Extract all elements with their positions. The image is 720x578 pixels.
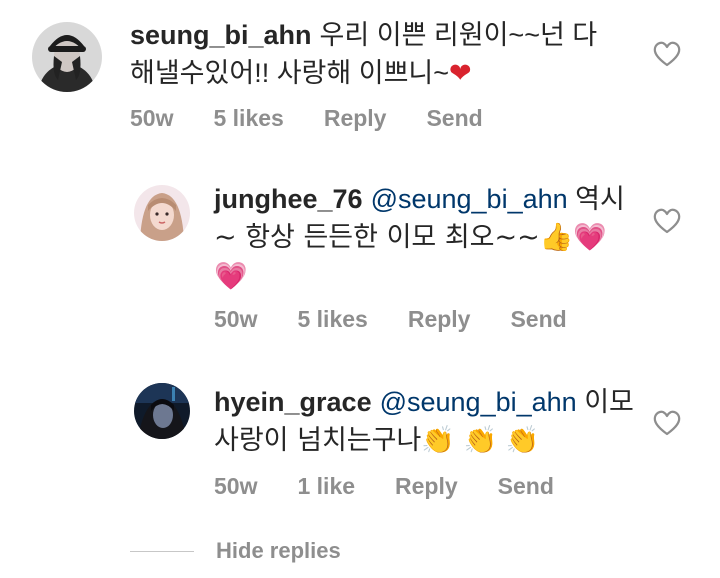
- avatar-photo-icon: [134, 185, 190, 241]
- avatar[interactable]: [134, 383, 190, 439]
- hide-replies-button[interactable]: Hide replies: [130, 538, 341, 564]
- comment-text: 해낼수있어!! 사랑해 이쁘니~: [130, 58, 450, 88]
- comment-age: 50w: [214, 306, 258, 332]
- send-button[interactable]: Send: [510, 305, 566, 333]
- comment-username[interactable]: hyein_grace: [214, 387, 372, 417]
- like-count[interactable]: 5 likes: [297, 305, 367, 333]
- pink-heart-emoji-icon: 💗: [214, 261, 248, 292]
- send-button[interactable]: Send: [498, 472, 554, 500]
- comment-username[interactable]: seung_bi_ahn: [130, 20, 312, 50]
- avatar-photo-icon: [134, 383, 190, 439]
- like-count[interactable]: 5 likes: [213, 104, 283, 132]
- comment-text: ~ 항상 든든한 이모 최오~~👍💗: [214, 222, 607, 253]
- mention-link[interactable]: @seung_bi_ahn: [371, 184, 568, 214]
- comment-age: 50w: [214, 473, 258, 499]
- mention-link[interactable]: @seung_bi_ahn: [380, 387, 577, 417]
- red-heart-emoji-icon: ❤: [449, 58, 472, 89]
- avatar[interactable]: [134, 185, 190, 241]
- like-count[interactable]: 1 like: [297, 472, 355, 500]
- like-heart-icon[interactable]: [652, 207, 682, 235]
- comment-text: 역시: [575, 184, 625, 214]
- comment-text: 사랑이 넘치는구나👏 👏 👏: [214, 425, 540, 456]
- send-button[interactable]: Send: [426, 104, 482, 132]
- reply-button[interactable]: Reply: [395, 472, 458, 500]
- hide-replies-label[interactable]: Hide replies: [216, 538, 341, 564]
- avatar[interactable]: [32, 22, 102, 92]
- comment-age: 50w: [130, 105, 174, 131]
- reply-button[interactable]: Reply: [408, 305, 471, 333]
- like-heart-icon[interactable]: [652, 40, 682, 68]
- comment-username[interactable]: junghee_76: [214, 184, 363, 214]
- comment-text: 우리 이쁜 리원이~~넌 다: [319, 20, 598, 50]
- comment-text: 이모: [584, 387, 634, 417]
- like-heart-icon[interactable]: [652, 409, 682, 437]
- divider: [130, 550, 194, 552]
- reply-button[interactable]: Reply: [324, 104, 387, 132]
- avatar-photo-icon: [32, 22, 102, 92]
